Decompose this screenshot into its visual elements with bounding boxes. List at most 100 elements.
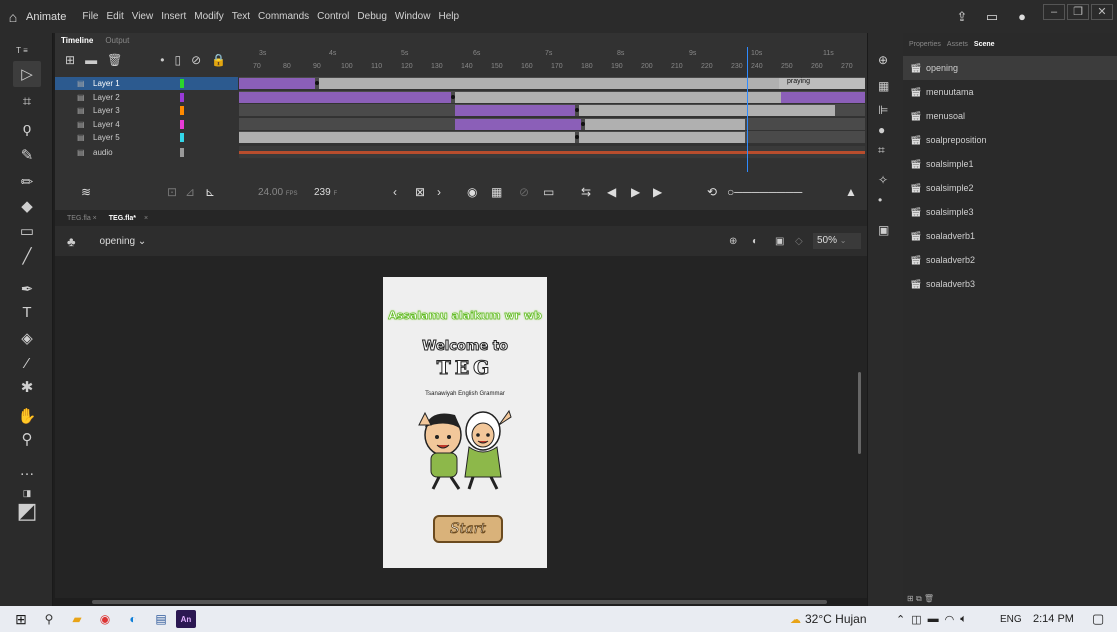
selection-tool-icon[interactable]: ▷ (13, 61, 41, 87)
eyedropper-tool-icon[interactable]: ⁄ (13, 350, 41, 376)
language-indicator[interactable]: ENG (1000, 606, 1022, 632)
paste-icon[interactable]: ⊘ (519, 185, 529, 199)
step-back-icon[interactable]: ◀ (607, 185, 616, 199)
tab-assets[interactable]: Assets (947, 41, 968, 48)
menu-file[interactable]: File (82, 11, 98, 22)
previous-keyframe-icon[interactable]: ‹ (393, 185, 397, 199)
center-frame-icon[interactable]: ⟲ (707, 185, 717, 199)
motion-presets-icon[interactable]: • (878, 193, 882, 207)
zoom-stepper[interactable]: ◇ (795, 236, 803, 247)
layer-track[interactable] (239, 131, 865, 144)
animate-taskbar-icon[interactable]: An (176, 610, 196, 628)
close-button[interactable]: ✕ (1091, 3, 1113, 20)
menu-help[interactable]: Help (438, 11, 459, 22)
scene-selector[interactable]: opening ⌄ (100, 236, 147, 247)
tab-timeline[interactable]: Timeline (61, 36, 93, 45)
battery-icon[interactable]: ▬ (928, 613, 939, 625)
delete-scene-icon[interactable]: 🗑 (924, 594, 934, 603)
add-scene-icon[interactable]: ⊞ (907, 594, 914, 603)
highlight-layer-icon[interactable]: • (160, 53, 164, 67)
zoom-tool-icon[interactable]: ⚲ (13, 426, 41, 452)
line-tool-icon[interactable]: ╱ (13, 243, 41, 269)
menu-insert[interactable]: Insert (161, 11, 186, 22)
clip-content-icon[interactable]: ◐ (752, 236, 758, 247)
motion-tween-span[interactable] (455, 105, 575, 116)
audio-track[interactable] (239, 146, 865, 159)
color-icon[interactable]: ▦ (878, 79, 889, 93)
notification-icon[interactable]: ▢ (1092, 606, 1104, 632)
motion-tween-span[interactable] (239, 92, 451, 103)
layer-color-swatch[interactable] (180, 133, 184, 142)
layer-row[interactable]: ▤ Layer 5 (55, 131, 238, 144)
scene-item[interactable]: 🎬︎ menuutama (903, 80, 1117, 104)
tab-document[interactable]: TEG.fla × (61, 215, 97, 222)
timeline-ruler[interactable]: 3s 4s 5s 6s 7s 8s 9s 10s 11s 70 80 90 10… (239, 47, 859, 73)
frame-span[interactable] (579, 132, 745, 143)
search-icon[interactable]: ⚲ (36, 609, 62, 629)
chevron-up-icon[interactable]: ⌃ (896, 613, 905, 626)
network-icon[interactable]: ◫ (911, 613, 921, 626)
next-keyframe-icon[interactable]: › (437, 185, 441, 199)
free-transform-tool-icon[interactable]: ⌗ (13, 88, 41, 114)
tab-properties[interactable]: Properties (909, 41, 941, 48)
scene-item[interactable]: 🎬︎ menusoal (903, 104, 1117, 128)
library-icon[interactable]: ⊕ (878, 53, 888, 67)
tools-collapse-icon[interactable]: T ≡ (8, 37, 36, 63)
layer-depth-icon[interactable]: ⊿ (185, 185, 195, 199)
edge-icon[interactable]: ◐ (120, 609, 146, 629)
weather-widget[interactable]: ☁ 32°C Hujan (790, 606, 867, 632)
minimize-button[interactable]: – (1043, 3, 1065, 20)
zoom-select[interactable]: 50% ⌄ (813, 233, 861, 249)
frame-span[interactable] (585, 119, 745, 130)
paint-bucket-tool-icon[interactable]: ◈ (13, 325, 41, 351)
mountain-icon[interactable]: ▲ (845, 185, 857, 199)
clock[interactable]: 2:14 PM (1033, 606, 1074, 632)
new-layer-icon[interactable]: ⊞ (65, 53, 75, 67)
insert-keyframe-icon[interactable]: ⊠ (415, 185, 425, 199)
scene-item[interactable]: 🎬︎ soalsimple3 (903, 200, 1117, 224)
layer-row[interactable]: ▤ Layer 4 (55, 118, 238, 131)
empty-span[interactable] (239, 105, 455, 116)
scene-item[interactable]: 🎬︎ soalsimple1 (903, 152, 1117, 176)
outline-layer-icon[interactable]: ▯ (175, 53, 182, 67)
layer-track[interactable] (239, 91, 865, 104)
align-icon[interactable]: ⊫ (878, 103, 888, 117)
layer-row[interactable]: ▤ Layer 3 (55, 104, 238, 117)
step-forward-icon[interactable]: ▶ (653, 185, 662, 199)
frame-span[interactable] (239, 132, 575, 143)
layer-color-swatch[interactable] (180, 120, 184, 129)
menu-commands[interactable]: Commands (258, 11, 309, 22)
file-explorer-icon[interactable]: ▰ (64, 609, 90, 629)
frame-size-slider[interactable]: ○──────── (727, 185, 802, 199)
word-icon[interactable]: ▤ (148, 609, 174, 629)
share-icon[interactable]: ⇪ (951, 6, 973, 28)
play-icon[interactable]: ▶ (631, 185, 640, 199)
menu-edit[interactable]: Edit (106, 11, 123, 22)
clip-icon[interactable]: ▭ (543, 185, 554, 199)
motion-tween-span[interactable] (239, 78, 315, 89)
menu-window[interactable]: Window (395, 11, 431, 22)
tab-scene[interactable]: Scene (974, 41, 995, 48)
scene-item[interactable]: 🎬︎ soaladverb3 (903, 272, 1117, 296)
layer-track[interactable] (239, 104, 865, 117)
loop-icon[interactable]: ⇆ (581, 185, 591, 199)
menu-view[interactable]: View (132, 11, 154, 22)
frame-span[interactable] (579, 105, 835, 116)
scene-item[interactable]: 🎬︎ soaladverb1 (903, 224, 1117, 248)
chrome-icon[interactable]: ◉ (92, 609, 118, 629)
vertical-scrollbar[interactable] (858, 372, 861, 454)
menu-debug[interactable]: Debug (357, 11, 386, 22)
eraser-tool-icon[interactable]: ◆ (13, 193, 41, 219)
layer-row[interactable]: ▤ Layer 1 (55, 77, 238, 90)
menu-modify[interactable]: Modify (194, 11, 223, 22)
layers-icon[interactable]: ≋ (81, 185, 91, 199)
rectangle-tool-icon[interactable]: ▭ (13, 218, 41, 244)
layer-color-swatch[interactable] (180, 93, 184, 102)
pencil-tool-icon[interactable]: ✏ (13, 169, 41, 195)
test-movie-icon[interactable]: ● (1011, 6, 1033, 28)
workspace-icon[interactable]: ▭ (981, 6, 1003, 28)
hide-layer-icon[interactable]: ⊘ (191, 53, 201, 67)
motion-tween-span[interactable] (455, 119, 581, 130)
delete-layer-icon[interactable]: 🗑 (107, 53, 122, 67)
tab-output[interactable]: Output (105, 36, 129, 45)
